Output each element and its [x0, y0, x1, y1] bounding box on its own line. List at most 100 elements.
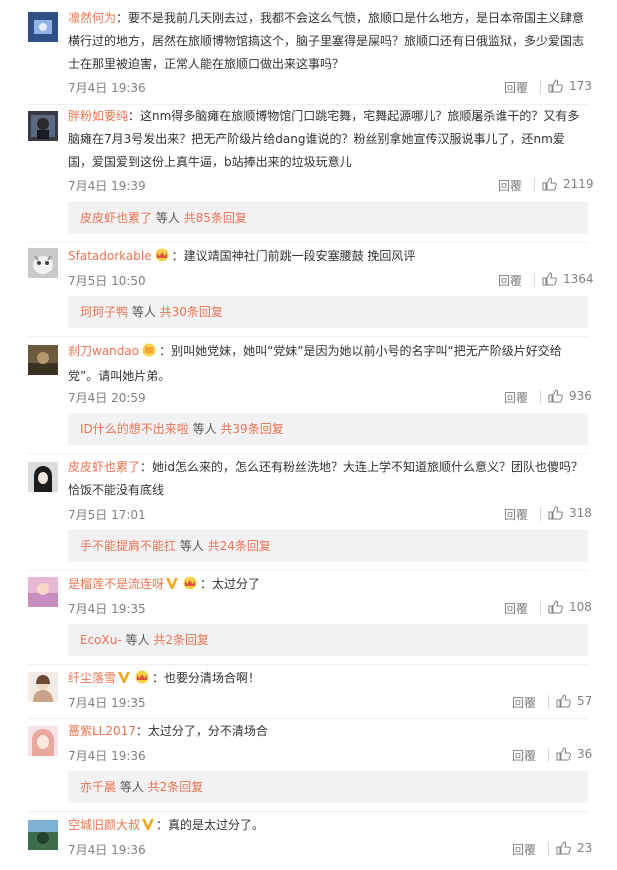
like-button[interactable]: 108 — [548, 600, 592, 614]
reply-button[interactable]: 回覆 — [512, 747, 536, 764]
crown-badge-icon — [154, 247, 170, 270]
like-button[interactable]: 318 — [548, 506, 592, 520]
comment-text-block: 凛然何为：要不是我前几天刚去过，我都不会这么气愤，旅顺口是什么地方，是日本帝国主… — [68, 7, 588, 76]
avatar[interactable] — [28, 726, 58, 756]
like-count: 2119 — [563, 177, 594, 191]
comment-text-block: 皮皮虾也累了：她id怎么来的，怎么还有粉丝洗地？大连上学不知道旅顺什么意义？团队… — [68, 456, 588, 502]
divider — [534, 178, 535, 192]
reply-thread-summary[interactable]: 亦千晨 等人 共2条回复 — [68, 771, 588, 803]
avatar[interactable] — [28, 248, 58, 278]
comment-text-block: 刹刀wandao ：别叫她党妹，她叫“党妹”是因为她以前小号的名字叫“把无产阶级片… — [68, 340, 588, 388]
like-button[interactable]: 2119 — [542, 177, 594, 191]
avatar[interactable] — [28, 672, 58, 702]
thread-username[interactable]: EcoXu- — [80, 633, 122, 647]
divider — [534, 273, 535, 287]
avatar[interactable] — [28, 111, 58, 141]
reply-button[interactable]: 回覆 — [498, 177, 522, 194]
reply-button[interactable]: 回覆 — [504, 389, 528, 406]
crown-badge-icon — [134, 669, 150, 692]
like-count: 1364 — [563, 272, 594, 286]
comment-text-block: 是榴莲不是流连呀 ：太过分了 — [68, 573, 588, 598]
like-button[interactable]: 936 — [548, 389, 592, 403]
comment-time: 7月5日 17:01 — [68, 508, 146, 522]
reply-button[interactable]: 回覆 — [512, 841, 536, 858]
username-link[interactable]: Sfatadorkable — [68, 249, 152, 263]
like-button[interactable]: 23 — [556, 841, 592, 855]
comment-time: 7月5日 10:50 — [68, 274, 146, 288]
username-link[interactable]: 空城旧颜大叔 — [68, 818, 140, 832]
username-link[interactable]: 刹刀wandao — [68, 344, 139, 358]
avatar[interactable] — [28, 345, 58, 375]
thread-text: 等人 — [176, 539, 208, 553]
thread-username[interactable]: 亦千晨 — [80, 780, 116, 794]
crown-badge-icon — [141, 342, 157, 365]
avatar[interactable] — [28, 820, 58, 850]
divider — [548, 842, 549, 856]
reply-thread-summary[interactable]: 珂珂子鸭 等人 共30条回复 — [68, 296, 588, 328]
username-link[interactable]: 是榴莲不是流连呀 — [68, 577, 164, 591]
comment-text-block: 空城旧颜大叔 ：真的是太过分了。 — [68, 814, 588, 839]
reply-thread-summary[interactable]: 手不能提肩不能扛 等人 共24条回复 — [68, 530, 588, 562]
comment-time: 7月4日 19:36 — [68, 81, 146, 95]
thread-count-link[interactable]: 共39条回复 — [220, 422, 283, 436]
username-link[interactable]: 蔷紫LL2017 — [68, 724, 136, 738]
username-link[interactable]: 纤尘落雪 — [68, 671, 116, 685]
comment-text: ：这nm得多脑瘫在旅顺博物馆门口跳宅舞，宅舞起源哪儿？旅顺屠杀谁干的？又有多脑瘫… — [68, 109, 580, 169]
username-link[interactable]: 皮皮虾也累了 — [68, 460, 140, 474]
comment-text: ：真的是太过分了。 — [156, 818, 265, 832]
like-count: 936 — [569, 389, 592, 403]
thread-count-link[interactable]: 共2条回复 — [153, 633, 209, 647]
avatar[interactable] — [28, 12, 58, 42]
thumbs-up-icon — [556, 694, 571, 708]
username-link[interactable]: 凛然何为 — [68, 11, 116, 25]
divider — [28, 811, 588, 812]
reply-button[interactable]: 回覆 — [504, 600, 528, 617]
like-button[interactable]: 1364 — [542, 272, 594, 286]
avatar[interactable] — [28, 462, 58, 492]
reply-thread-summary[interactable]: EcoXu- 等人 共2条回复 — [68, 624, 588, 656]
thread-text: 等人 — [152, 211, 184, 225]
crown-badge-icon — [182, 575, 198, 598]
reply-button[interactable]: 回覆 — [504, 79, 528, 96]
divider — [28, 336, 588, 337]
like-button[interactable]: 57 — [556, 694, 592, 708]
reply-thread-summary[interactable]: 皮皮虾也累了 等人 共85条回复 — [68, 202, 588, 234]
reply-button[interactable]: 回覆 — [498, 272, 522, 289]
thread-count-link[interactable]: 共30条回复 — [160, 305, 223, 319]
divider — [28, 664, 588, 665]
comment-text: ：她id怎么来的，怎么还有粉丝洗地？大连上学不知道旅顺什么意义？团队也傻吗？恰饭… — [68, 460, 583, 497]
thread-text: 等人 — [128, 305, 160, 319]
thumbs-up-icon — [542, 272, 557, 286]
thread-count-link[interactable]: 共85条回复 — [184, 211, 247, 225]
thumbs-up-icon — [548, 389, 563, 403]
thumbs-up-icon — [542, 177, 557, 191]
avatar[interactable] — [28, 577, 58, 607]
reply-button[interactable]: 回覆 — [512, 694, 536, 711]
thumbs-up-icon — [556, 841, 571, 855]
comment-time: 7月4日 19:36 — [68, 843, 146, 857]
comment-text-block: 纤尘落雪 ：也要分清场合啊！ — [68, 667, 588, 692]
divider — [28, 242, 588, 243]
thread-username[interactable]: 珂珂子鸭 — [80, 305, 128, 319]
thread-count-link[interactable]: 共2条回复 — [148, 780, 204, 794]
divider — [540, 390, 541, 404]
like-button[interactable]: 36 — [556, 747, 592, 761]
thread-count-link[interactable]: 共24条回复 — [208, 539, 271, 553]
comment-time: 7月4日 19:35 — [68, 602, 146, 616]
thread-username[interactable]: 皮皮虾也累了 — [80, 211, 152, 225]
thumbs-up-icon — [548, 506, 563, 520]
comment-time: 7月4日 20:59 — [68, 391, 146, 405]
username-link[interactable]: 胖粉如要纯 — [68, 109, 128, 123]
thread-username[interactable]: ID什么的想不出来啦 — [80, 422, 189, 436]
like-button[interactable]: 173 — [548, 79, 592, 93]
comment-text: ：要不是我前几天刚去过，我都不会这么气愤，旅顺口是什么地方，是日本帝国主义肆意横… — [68, 11, 585, 71]
reply-thread-summary[interactable]: ID什么的想不出来啦 等人 共39条回复 — [68, 413, 588, 445]
divider — [28, 570, 588, 571]
reply-button[interactable]: 回覆 — [504, 506, 528, 523]
comment-text-block: 胖粉如要纯：这nm得多脑瘫在旅顺博物馆门口跳宅舞，宅舞起源哪儿？旅顺屠杀谁干的？… — [68, 105, 588, 174]
divider — [28, 453, 588, 454]
divider — [540, 507, 541, 521]
comment-text: ：太过分了，分不清场合 — [135, 724, 268, 738]
thread-username[interactable]: 手不能提肩不能扛 — [80, 539, 176, 553]
thread-text: 等人 — [121, 633, 154, 647]
